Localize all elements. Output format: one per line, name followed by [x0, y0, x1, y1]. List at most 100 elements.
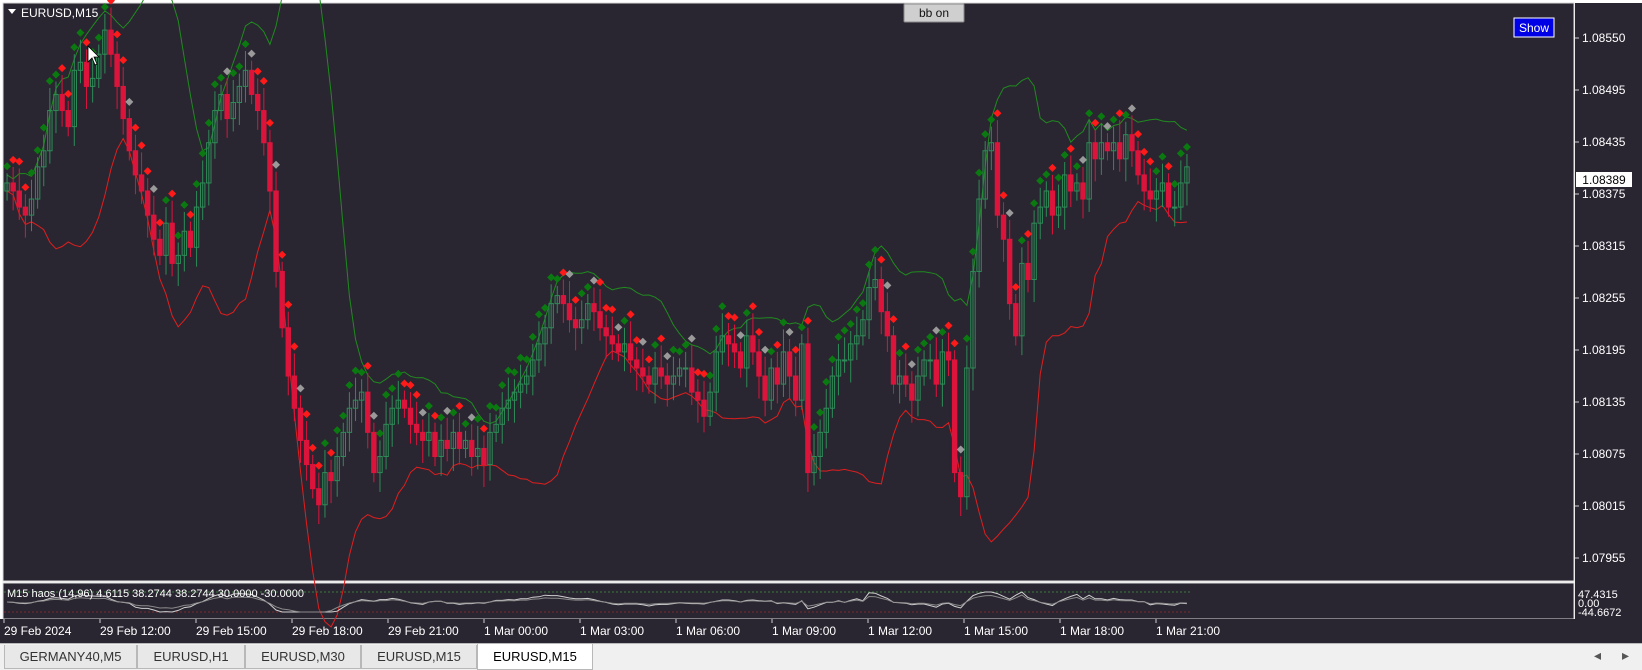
candle-body: [1092, 142, 1098, 160]
candle-body: [144, 190, 151, 216]
candle-body: [255, 93, 261, 112]
candle-body: [731, 343, 738, 353]
candle-body: [1147, 190, 1153, 200]
candle-body: [10, 182, 16, 192]
candle-body: [603, 327, 609, 337]
candle-body: [878, 279, 884, 313]
time-tick-label: 1 Mar 00:00: [484, 624, 548, 638]
bb-toggle-button[interactable]: bb on: [903, 3, 965, 23]
candle-body: [297, 407, 304, 441]
candle-body: [328, 472, 334, 482]
candle-body: [627, 343, 634, 361]
tab-label: EURUSD,H1: [153, 649, 229, 664]
candle-body: [16, 190, 22, 208]
price-tick-label: 1.08075: [1582, 447, 1626, 461]
time-tick-label: 29 Feb 18:00: [292, 624, 363, 638]
tab-scroll-left-icon[interactable]: ◂: [1594, 648, 1601, 664]
current-price-tag: 1.08389: [1576, 172, 1632, 187]
candle-body: [169, 222, 175, 264]
price-tick-label: 1.08435: [1582, 135, 1626, 149]
tab-label: EURUSD,M15: [377, 649, 461, 664]
show-button[interactable]: Show: [1513, 17, 1555, 38]
candle-body: [615, 343, 622, 353]
candle-body: [59, 93, 65, 112]
time-tick-label: 1 Mar 03:00: [580, 624, 644, 638]
candle-body: [701, 399, 707, 417]
time-tick-label: 1 Mar 12:00: [868, 624, 932, 638]
price-tick-label: 1.08135: [1582, 395, 1626, 409]
candle-body: [248, 69, 255, 95]
candle-body: [132, 150, 139, 176]
tab-germany40-m5[interactable]: GERMANY40,M5: [4, 645, 137, 669]
candle-body: [658, 367, 664, 377]
bb-toggle-label: bb on: [919, 6, 949, 20]
candle-body: [762, 375, 768, 401]
tab-scroll-right-icon[interactable]: ▸: [1622, 648, 1629, 664]
candle-body: [285, 327, 291, 377]
time-tick-label: 1 Mar 15:00: [964, 624, 1028, 638]
candle-body: [1080, 182, 1086, 200]
candle-body: [1006, 238, 1013, 305]
candle-body: [664, 375, 671, 385]
candle-body: [566, 303, 573, 321]
candle-body: [432, 431, 438, 458]
tab-eurusd-h1[interactable]: EURUSD,H1: [137, 645, 245, 669]
candle-body: [572, 319, 579, 329]
candle-body: [1165, 182, 1172, 208]
candle-body: [909, 383, 915, 401]
candle-body: [22, 206, 29, 216]
time-tick-label: 29 Feb 2024: [4, 624, 72, 638]
candle-body: [126, 118, 133, 152]
candle-body: [1000, 214, 1007, 240]
candle-body: [120, 85, 126, 120]
indicator-tick-label: -44.6672: [1578, 607, 1621, 619]
candle-body: [927, 359, 933, 362]
chart-plot-area[interactable]: [2, 2, 1575, 582]
candle-body: [725, 335, 732, 345]
price-tick-label: 1.08495: [1582, 83, 1626, 97]
candle-body: [303, 439, 310, 466]
candle-body: [316, 488, 322, 506]
candle-body: [1116, 142, 1123, 160]
candle-body: [1104, 142, 1111, 152]
candle-body: [737, 351, 744, 369]
price-tick-label: 1.08015: [1582, 499, 1626, 513]
price-tick-label: 1.08315: [1582, 239, 1626, 253]
candle-body: [151, 214, 157, 240]
candle-body: [1141, 174, 1147, 192]
candle-body: [903, 375, 909, 385]
candle-body: [456, 431, 463, 449]
candle-body: [640, 367, 646, 377]
candle-body: [114, 53, 120, 87]
tab-eurusd-m30[interactable]: EURUSD,M30: [245, 645, 361, 669]
tab-label: EURUSD,M15: [493, 649, 577, 664]
candle-body: [591, 303, 597, 313]
candle-body: [634, 359, 640, 369]
candle-body: [841, 359, 848, 362]
tab-eurusd-m15-active[interactable]: EURUSD,M15: [477, 643, 593, 670]
candle-body: [945, 351, 952, 361]
tab-eurusd-m15[interactable]: EURUSD,M15: [361, 645, 477, 669]
price-chart[interactable]: 1.08550 1.08495 1.08435 1.08375 1.08315 1.082…: [0, 0, 1642, 670]
candle-body: [413, 423, 420, 433]
candle-body: [279, 270, 285, 329]
price-tick-label: 1.07955: [1582, 551, 1626, 565]
candle-body: [273, 190, 279, 272]
candle-body: [420, 431, 426, 441]
candle-body: [951, 359, 958, 474]
candle-body: [1129, 134, 1135, 152]
candle-body: [83, 61, 90, 87]
price-tick-label: 1.08195: [1582, 343, 1626, 357]
candle-body: [933, 359, 939, 385]
candle-body: [291, 375, 298, 409]
candle-body: [1172, 206, 1178, 209]
price-tick-label: 1.08255: [1582, 291, 1626, 305]
show-button-label: Show: [1519, 21, 1549, 35]
tab-label: GERMANY40,M5: [19, 649, 122, 664]
candle-body: [224, 93, 230, 120]
candle-body: [884, 311, 891, 337]
candle-body: [646, 375, 652, 385]
candle-body: [750, 335, 756, 353]
candle-body: [1025, 262, 1031, 280]
time-tick-label: 29 Feb 15:00: [196, 624, 267, 638]
